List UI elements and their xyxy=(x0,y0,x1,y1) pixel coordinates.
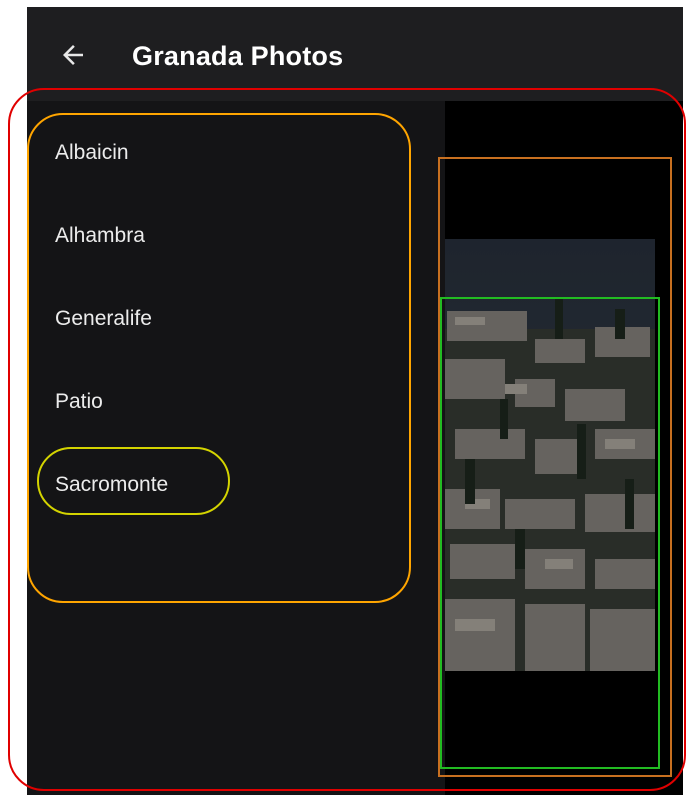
back-button[interactable] xyxy=(55,37,91,73)
menu-item-alhambra[interactable]: Alhambra xyxy=(55,216,145,256)
menu-item-albaicin[interactable]: Albaicin xyxy=(55,133,129,173)
app-screen: Granada Photos Albaicin Alhambra General… xyxy=(27,7,683,795)
photo-image[interactable] xyxy=(445,239,655,671)
page-title: Granada Photos xyxy=(132,41,344,71)
app-bar: Granada Photos xyxy=(27,7,683,101)
navigation-drawer: Albaicin Alhambra Generalife Patio Sacro… xyxy=(27,101,445,795)
menu-item-generalife[interactable]: Generalife xyxy=(55,299,152,339)
city-photo xyxy=(445,239,655,671)
menu-item-sacromonte[interactable]: Sacromonte xyxy=(55,465,168,505)
arrow-left-icon xyxy=(63,45,83,65)
menu-item-patio[interactable]: Patio xyxy=(55,382,103,422)
